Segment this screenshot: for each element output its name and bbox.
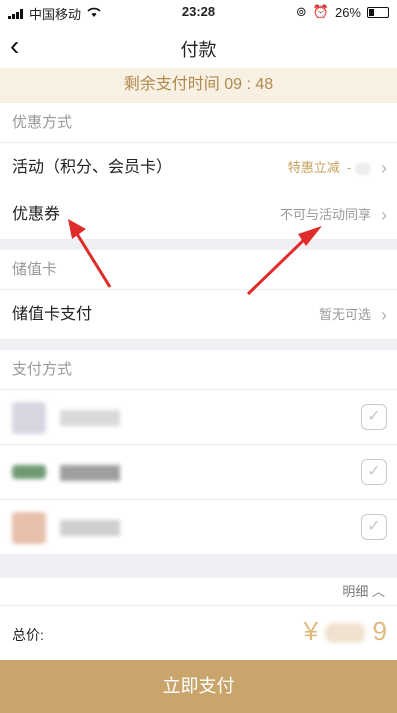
battery-icon [367, 6, 389, 18]
checkbox[interactable]: ✓ [361, 514, 387, 540]
payment-logo [12, 465, 46, 479]
stored-card-row[interactable]: 储值卡支付 暂无可选 › [0, 290, 397, 340]
stored-card-label: 储值卡支付 [12, 306, 93, 323]
payment-option[interactable]: ✓ [0, 390, 397, 445]
checkbox[interactable]: ✓ [361, 459, 387, 485]
page-title: 付款 [180, 40, 217, 60]
status-right: ⊚ ⏰ 26% [296, 4, 389, 20]
payment-name-blurred [60, 520, 120, 536]
discount-heading: 优惠方式 [0, 103, 397, 143]
payment-name-blurred [60, 410, 120, 426]
coupon-row[interactable]: 优惠券 不可与活动同享 › [0, 190, 397, 240]
detail-label: 明细 [342, 584, 369, 599]
chevron-right-icon: › [381, 205, 387, 225]
chevron-right-icon: › [381, 158, 387, 178]
alarm-icon: ⏰ [312, 4, 329, 19]
pay-now-button[interactable]: 立即支付 [0, 660, 397, 713]
total-label: 总价: [12, 627, 44, 643]
status-bar: 中国移动 23:28 ⊚ ⏰ 26% [0, 0, 397, 24]
payment-logo [12, 512, 46, 544]
activity-row[interactable]: 活动（积分、会员卡） 特惠立减 - › [0, 143, 397, 193]
coupon-hint: 不可与活动同享 [279, 207, 371, 222]
total-bar: 总价: ¥ 9 [0, 606, 397, 660]
detail-toggle[interactable]: 明细 ︿ [0, 578, 397, 606]
nav-bar: ‹ 付款 [0, 24, 397, 68]
payment-timer: 剩余支付时间 09 : 48 [0, 68, 397, 102]
battery-percent: 26% [334, 4, 361, 20]
stored-card-heading: 储值卡 [0, 250, 397, 290]
stored-card-hint: 暂无可选 [318, 307, 371, 322]
activity-label: 活动（积分、会员卡） [12, 159, 173, 176]
chevron-right-icon: › [381, 305, 387, 325]
checkbox[interactable]: ✓ [361, 404, 387, 430]
payment-option[interactable]: ✓ [0, 500, 397, 555]
coupon-label: 优惠券 [12, 206, 61, 223]
payment-method-heading: 支付方式 [0, 350, 397, 390]
rotation-lock-icon: ⊚ [295, 4, 307, 19]
payment-name-blurred [60, 465, 120, 481]
activity-hint: 特惠立减 - [288, 143, 371, 193]
total-price: ¥ 9 [303, 616, 387, 646]
payment-logo [12, 402, 46, 434]
payment-option[interactable]: ✓ [0, 445, 397, 500]
chevron-up-icon: ︿ [371, 584, 385, 599]
